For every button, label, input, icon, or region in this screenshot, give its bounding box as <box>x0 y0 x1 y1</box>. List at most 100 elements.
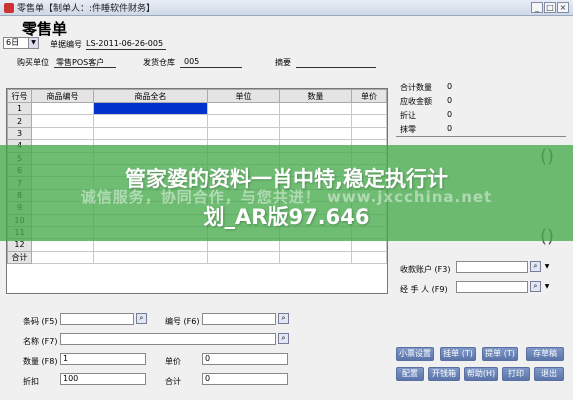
code-label: 编号 (F6) <box>165 317 200 326</box>
col-header-unit[interactable]: 单位 <box>207 89 280 103</box>
name-label: 名称 (F7) <box>23 337 58 346</box>
grid-cell[interactable] <box>207 126 280 141</box>
total-cell <box>351 250 387 265</box>
summary-rounding-value: 0 <box>447 124 453 133</box>
grid-cell[interactable] <box>279 101 352 116</box>
window-controls: _ □ × <box>531 2 569 13</box>
grid-cell[interactable] <box>351 101 387 116</box>
bill-no-field[interactable]: LS-2011-06-26-005 <box>86 39 163 48</box>
bill-no-label: 单据编号 <box>50 40 82 49</box>
print-button[interactable]: 打印 <box>502 367 530 381</box>
grid-cell[interactable] <box>279 114 352 128</box>
total-cell <box>31 250 94 265</box>
chevron-down-icon[interactable]: ▼ <box>543 281 551 292</box>
qty-label: 数量 (F8) <box>23 357 58 366</box>
total-label: 合计 <box>165 377 181 386</box>
col-header-row-no[interactable]: 行号 <box>7 89 32 103</box>
minimize-button[interactable]: _ <box>531 2 543 13</box>
table-row[interactable]: 2 <box>7 114 387 128</box>
period-value: 6日 <box>6 38 20 47</box>
summary-label: 摘要 <box>275 58 291 67</box>
price-label: 单价 <box>165 357 181 366</box>
retrieve-order-button[interactable]: 提单 (T) <box>482 347 518 361</box>
app-icon <box>4 2 14 13</box>
total-cell <box>279 250 352 265</box>
maximize-button[interactable]: □ <box>544 2 556 13</box>
window-titlebar: 零售单【制单人：:件睡软件财务】 _ □ × <box>0 0 573 16</box>
summary-qty-label: 合计数量 <box>400 83 432 92</box>
grid-cell[interactable] <box>93 101 208 116</box>
search-icon[interactable]: ⌕ <box>530 261 541 272</box>
price-field[interactable]: 0 <box>202 353 288 365</box>
row-number: 1 <box>7 101 32 116</box>
window-title: 零售单【制单人：:件睡软件财务】 <box>17 4 156 14</box>
discount-field[interactable]: 100 <box>60 373 146 385</box>
table-row[interactable]: 1 <box>7 101 387 116</box>
summary-rounding-label: 抹零 <box>400 125 416 134</box>
table-row[interactable]: 3 <box>7 126 387 141</box>
grid-cell[interactable] <box>279 126 352 141</box>
name-field[interactable] <box>60 333 276 345</box>
total-field[interactable]: 0 <box>202 373 288 385</box>
summary-receivable-label: 应收金额 <box>400 97 432 106</box>
discount-label: 折扣 <box>23 377 39 386</box>
col-header-price[interactable]: 单价 <box>351 89 387 103</box>
bill-no-underline <box>86 49 166 50</box>
code-field[interactable] <box>202 313 276 325</box>
buyer-label: 购买单位 <box>17 58 49 67</box>
total-cell <box>207 250 280 265</box>
config-button[interactable]: 配置 <box>396 367 424 381</box>
handler-label: 经 手 人 (F9) <box>400 285 448 294</box>
grid-cell[interactable] <box>207 114 280 128</box>
chevron-down-icon[interactable]: ▼ <box>28 38 38 48</box>
handler-field[interactable] <box>456 281 528 293</box>
warehouse-label: 发货仓库 <box>143 58 175 67</box>
period-select[interactable]: 6日 ▼ <box>3 37 39 49</box>
warehouse-underline <box>180 67 242 68</box>
grid-cell[interactable] <box>207 101 280 116</box>
account-label: 收款账户 (F3) <box>400 265 451 274</box>
col-header-code[interactable]: 商品编号 <box>31 89 94 103</box>
row-number: 2 <box>7 114 32 128</box>
summary-receivable-value: 0 <box>447 96 453 105</box>
grid-cell[interactable] <box>93 114 208 128</box>
search-icon[interactable]: ⌕ <box>530 281 541 292</box>
search-icon[interactable]: ⌕ <box>136 313 147 324</box>
chevron-down-icon[interactable]: ▼ <box>543 261 551 272</box>
help-button[interactable]: 帮助(H) <box>464 367 498 381</box>
watermark-text: 诚信服务，协同合作，与您共进！ www.jxcchina.net <box>80 188 493 206</box>
barcode-label: 条码 (F5) <box>23 317 58 326</box>
warehouse-field[interactable]: 005 <box>184 57 199 66</box>
col-header-name[interactable]: 商品全名 <box>93 89 208 103</box>
summary-discount-label: 折让 <box>400 111 416 120</box>
buyer-underline <box>54 67 116 68</box>
search-icon[interactable]: ⌕ <box>278 313 289 324</box>
hold-order-button[interactable]: 挂单 (T) <box>440 347 476 361</box>
table-total-row: 合计 <box>7 250 387 265</box>
row-number: 3 <box>7 126 32 141</box>
barcode-field[interactable] <box>60 313 134 325</box>
summary-qty-value: 0 <box>447 82 453 91</box>
grid-cell[interactable] <box>351 126 387 141</box>
col-header-qty[interactable]: 数量 <box>279 89 352 103</box>
qty-field[interactable]: 1 <box>60 353 146 365</box>
save-draft-button[interactable]: 存草稿 <box>526 347 564 361</box>
grid-cell[interactable] <box>31 101 94 116</box>
summary-discount-value: 0 <box>447 110 453 119</box>
total-cell <box>93 250 208 265</box>
total-row-label: 合计 <box>7 250 32 265</box>
grid-cell[interactable] <box>93 126 208 141</box>
grid-cell[interactable] <box>351 114 387 128</box>
summary-underline <box>296 67 376 68</box>
account-field[interactable] <box>456 261 528 273</box>
open-drawer-button[interactable]: 开钱箱 <box>428 367 460 381</box>
receipt-settings-button[interactable]: 小票设置 <box>396 347 434 361</box>
summary-divider <box>396 136 566 137</box>
table-header-row: 行号 商品编号 商品全名 单位 数量 单价 <box>7 89 387 103</box>
form-title: 零售单 <box>22 20 68 38</box>
grid-cell[interactable] <box>31 126 94 141</box>
grid-cell[interactable] <box>31 114 94 128</box>
search-icon[interactable]: ⌕ <box>278 333 289 344</box>
close-button[interactable]: × <box>557 2 569 13</box>
exit-button[interactable]: 退出 <box>534 367 564 381</box>
